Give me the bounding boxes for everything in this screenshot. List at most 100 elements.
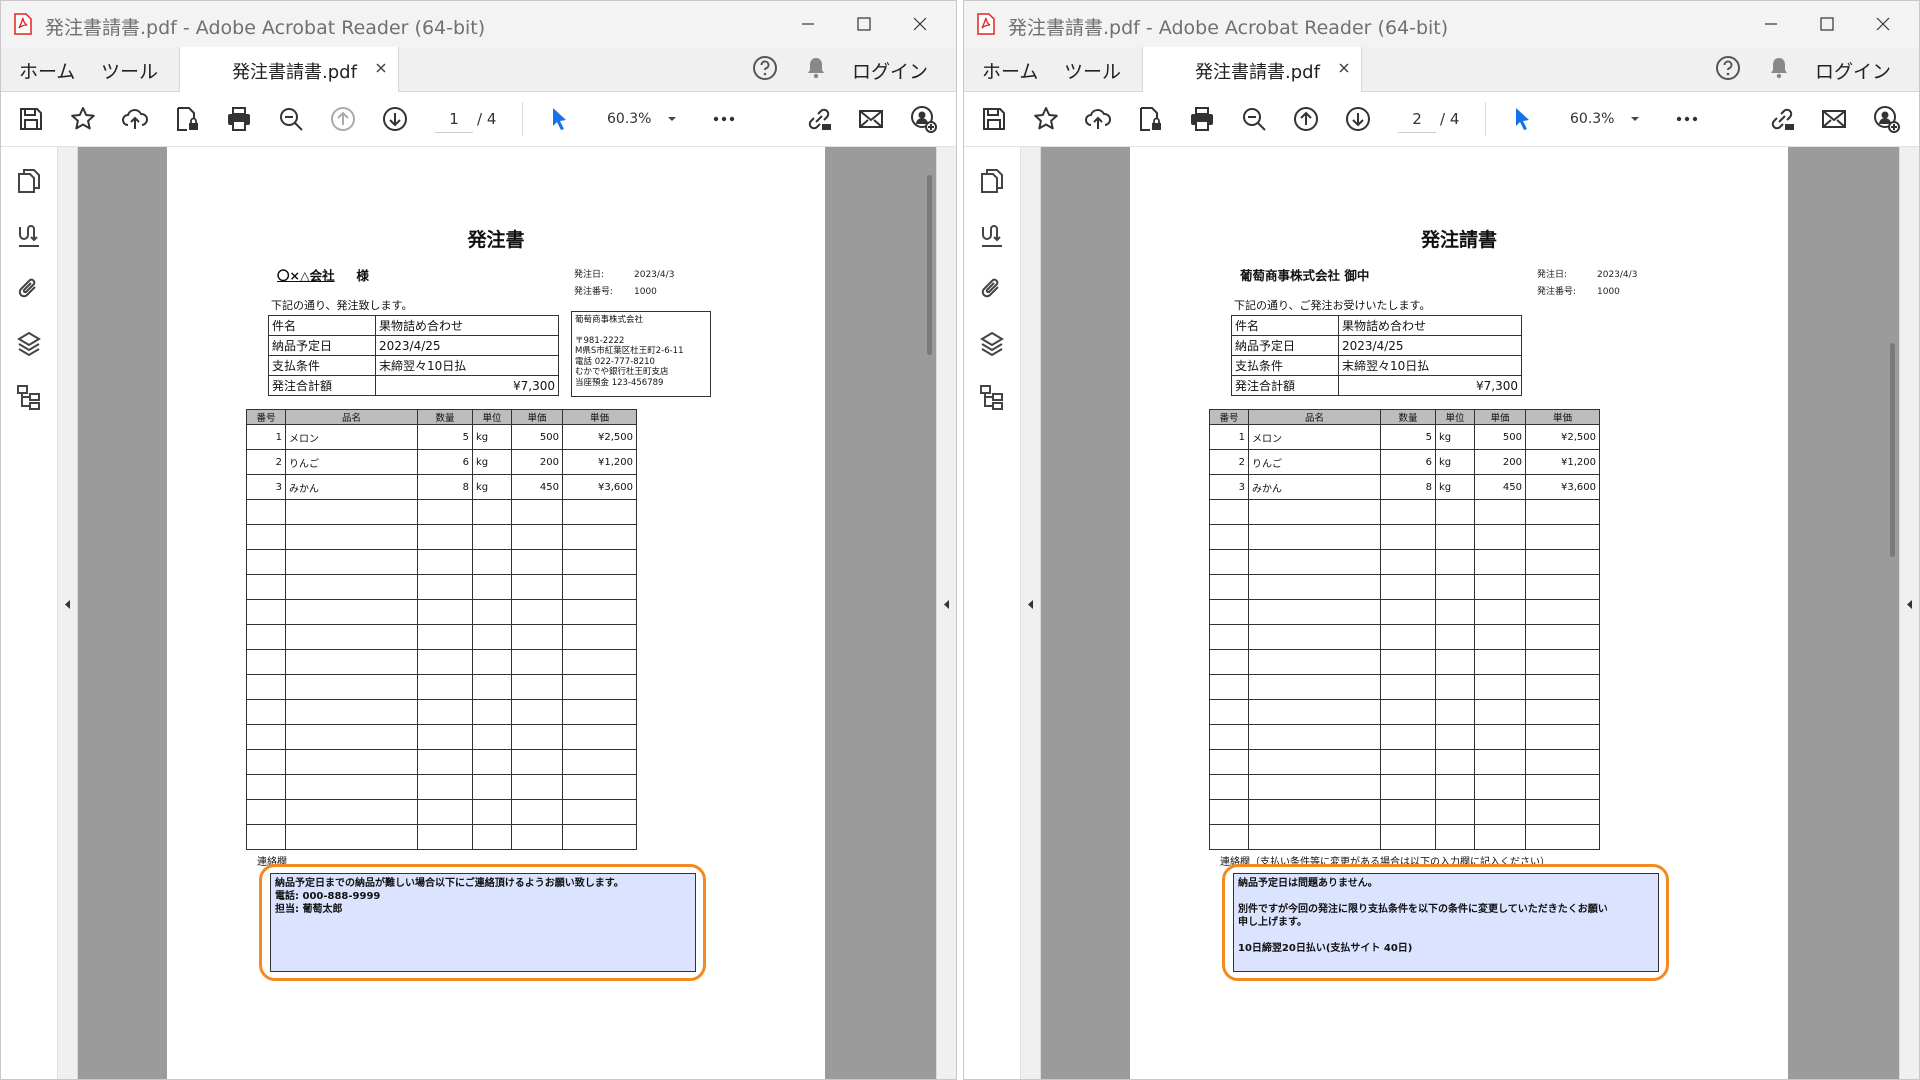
page-number-input[interactable]: 2 [1398,106,1436,133]
zoom-value: 60.3% [607,111,652,127]
title-bar[interactable]: 発注書請書.pdf - Adobe Acrobat Reader (64-bit… [964,1,1919,48]
order-summary-table: 件名 果物詰め合わせ 納品予定日 2023/4/25 支払条件 末締翌々10日払 発注… [268,315,559,396]
summary-value: 2023/4/25 [1338,335,1522,356]
table-cell-qty [417,649,473,675]
zoom-dropdown[interactable]: 60.3% [1554,106,1642,132]
close-window-button[interactable] [892,1,948,47]
pages-icon[interactable] [978,167,1006,195]
table-cell-amount [1525,824,1600,850]
tab-home[interactable]: ホーム [982,57,1038,84]
signature-icon[interactable] [978,221,1006,249]
tab-tools[interactable]: ツール [101,57,158,84]
column-header: 番号 [246,409,286,425]
collapse-right-panel[interactable] [936,147,956,1079]
print-icon [1191,107,1213,131]
table-cell-qty [1380,774,1436,800]
notifications-bell-icon[interactable] [804,55,828,81]
save-button[interactable] [16,104,46,134]
vertical-scrollbar[interactable] [927,153,932,1079]
layers-icon[interactable] [15,329,43,357]
upload-cloud-button[interactable] [1083,104,1113,134]
table-cell-name [285,699,418,725]
previous-page-button[interactable] [328,104,358,134]
email-button[interactable] [1819,104,1849,134]
table-row: 2 りんご 6 kg 200 ¥1,200 [1209,449,1600,475]
select-tool-button[interactable] [1507,104,1537,134]
attachment-icon[interactable] [15,275,43,303]
structure-icon[interactable] [15,383,43,411]
document-viewer[interactable]: 発注請書 葡萄商事株式会社 御中 発注日: 2023/4/3 発注番号: 1000 … [1021,147,1919,1079]
help-icon[interactable] [752,55,778,81]
bookmark-star-button[interactable] [68,104,98,134]
pages-icon[interactable] [15,167,43,195]
table-cell-amount [1525,699,1600,725]
table-cell-name: メロン [1248,424,1381,450]
table-cell-unit: kg [472,474,512,500]
more-tools-button[interactable] [1672,104,1702,134]
login-button[interactable]: ログイン [852,57,928,84]
maximize-button[interactable] [836,1,892,47]
save-button[interactable] [979,104,1009,134]
close-tab-icon[interactable] [374,61,388,75]
more-tools-button[interactable] [709,104,739,134]
table-cell-price [511,799,563,825]
help-icon[interactable] [1715,55,1741,81]
table-row [246,624,637,650]
upload-cloud-button[interactable] [120,104,150,134]
structure-icon[interactable] [978,383,1006,411]
table-cell-unit [472,674,512,700]
collapse-left-panel[interactable] [58,147,78,1079]
table-cell-name [285,824,418,850]
scroll-thumb[interactable] [927,175,932,355]
tab-tools[interactable]: ツール [1064,57,1121,84]
summary-value: ¥7,300 [1338,375,1522,396]
table-cell-name [285,624,418,650]
table-cell-no [246,524,286,550]
summary-label: 支払条件 [1231,355,1339,376]
zoom-dropdown[interactable]: 60.3% [591,106,679,132]
minimize-button[interactable] [1743,1,1799,47]
document-tab[interactable]: 発注書請書.pdf [1142,47,1362,92]
collapse-left-panel[interactable] [1021,147,1041,1079]
highlight-ring [259,864,706,981]
login-button[interactable]: ログイン [1815,57,1891,84]
next-page-button[interactable] [1343,104,1373,134]
title-bar[interactable]: 発注書請書.pdf - Adobe Acrobat Reader (64-bit… [1,1,956,48]
protect-file-button[interactable] [1135,104,1165,134]
protect-file-button[interactable] [172,104,202,134]
company-phone: 電話 022-777-8210 [575,356,655,367]
close-tab-icon[interactable] [1337,61,1351,75]
close-window-button[interactable] [1855,1,1911,47]
page-number-input[interactable]: 1 [435,106,473,133]
signature-icon[interactable] [15,221,43,249]
share-user-button[interactable] [908,104,938,134]
share-user-button[interactable] [1871,104,1901,134]
print-button[interactable] [1187,104,1217,134]
page-total: / 4 [477,110,497,128]
tab-bar: ホーム ツール 発注書請書.pdf ログイン [1,47,956,92]
tab-home[interactable]: ホーム [19,57,75,84]
maximize-button[interactable] [1799,1,1855,47]
share-link-button[interactable] [1767,104,1797,134]
vertical-scrollbar[interactable] [1890,153,1895,1079]
document-viewer[interactable]: 発注書 〇×△会社 様 発注日: 2023/4/3 発注番号: 1000 下記の通り… [58,147,956,1079]
layers-icon[interactable] [978,329,1006,357]
zoom-out-button[interactable] [276,104,306,134]
notifications-bell-icon[interactable] [1767,55,1791,81]
minimize-button[interactable] [780,1,836,47]
email-button[interactable] [856,104,886,134]
table-cell-name: メロン [285,424,418,450]
table-row [1209,824,1600,850]
file-lock-icon [1140,107,1161,131]
previous-page-button[interactable] [1291,104,1321,134]
document-tab[interactable]: 発注書請書.pdf [179,47,399,92]
scroll-thumb[interactable] [1890,343,1895,557]
bookmark-star-button[interactable] [1031,104,1061,134]
next-page-button[interactable] [380,104,410,134]
print-button[interactable] [224,104,254,134]
select-tool-button[interactable] [544,104,574,134]
attachment-icon[interactable] [978,275,1006,303]
zoom-out-button[interactable] [1239,104,1269,134]
collapse-right-panel[interactable] [1899,147,1919,1079]
share-link-button[interactable] [804,104,834,134]
